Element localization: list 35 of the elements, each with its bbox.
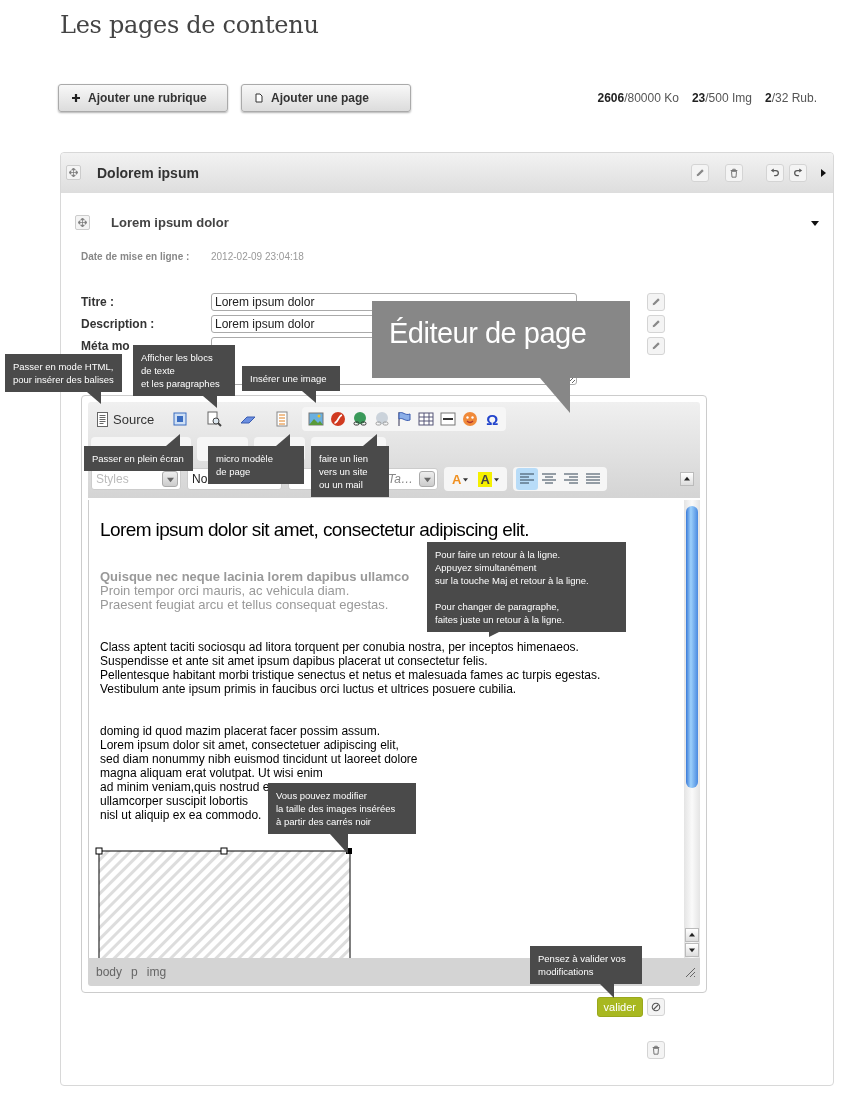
tooltip: Insérer une image [242,366,340,403]
date-label: Date de mise en ligne : [81,251,191,262]
tooltip: Vous pouvez modifier la taille des images insérées à partir des carrés noir [268,783,416,854]
field-label: Méta mo [81,338,131,355]
page-title: Les pages de contenu [60,10,320,41]
text-line: nisl ut aliquip ex ea commodo. [100,808,262,822]
text-line: Suspendisse et ante sit amet ipsum dapibus placerat ut consectetur felis. [100,654,488,668]
text-line: magna aliquam erat volutpat. Ut wisi enim [100,766,323,780]
tooltip: Pensez à valider vos modifications [530,946,642,998]
text-line: Vestibulum ante ipsum primis in faucibus orci luctus et ultrices posuere cubilia. [100,682,517,696]
page-editor-tooltip: Éditeur de page [372,301,630,413]
tooltip: Afficher les blocs de texte et les paragraphes [133,345,235,408]
document-subtitle: Quisque nec neque lacinia lorem dapibus ullamco [100,570,410,584]
text-line: Pellentesque habitant morbi tristique senectus et netus et malesuada fames ac turpis egestas. [100,668,601,682]
text-line: Lorem ipsum dolor sit amet, consectetuer adipiscing elit, [100,738,399,752]
text-line: Praesent feugiat arcu et tellus consequat egestas. [100,598,389,612]
field-label: Description : [81,316,156,333]
tooltip: Pour faire un retour à la ligne. Appuyez simultanément sur la touche Maj et retour à la ligne. Pour changer de paragraphe, faites juste un retour à la ligne. [427,542,626,637]
tooltip: faire un lien vers un site ou un mail [311,434,389,497]
quota-counter: 2606/80000 Ko [597,91,679,105]
tooltip: Passer en plein écran [84,434,193,471]
field-label: Titre : [81,294,116,311]
date-value: 2012-02-09 23:04:18 [211,251,304,262]
tooltip: micro modèle de page [208,434,304,484]
text-line: Proin tempor orci mauris, ac vehicula diam. [100,584,350,598]
tooltip: Passer en mode HTML, pour insérer des balises [5,354,122,404]
quota-counter: 23/500 Img [691,91,752,105]
page-title: Lorem ipsum dolor [111,215,229,230]
text-line: ullamcorper suscipit lobortis [100,794,249,808]
section-title: Dolorem ipsum [97,164,199,181]
text-line: sed diam nonummy nibh euismod tincidunt ut laoreet dolore [100,752,418,766]
text-line: Class aptent taciti sociosqu ad litora torquent per conubia nostra, per inceptos himenaeos. [100,640,579,654]
document-heading: Lorem ipsum dolor sit amet, consectetur adipiscing elit. [100,518,529,542]
quota-counter: 2/32 Rub. [764,91,817,105]
text-line: doming id quod mazim placerat facer possim assum. [100,724,381,738]
